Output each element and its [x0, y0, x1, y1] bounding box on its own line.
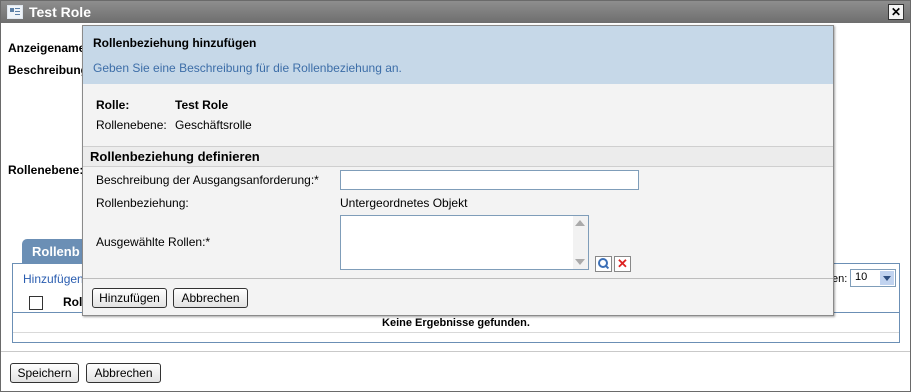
role-value: Test Role [175, 98, 229, 112]
role-label: Rolle: [96, 98, 130, 112]
role-level-value: Geschäftsrolle [175, 118, 252, 132]
request-description-input[interactable] [340, 170, 639, 190]
role-window: Test Role ✕ Anzeigename Beschreibung Rol… [0, 0, 911, 392]
no-results-text: Keine Ergebnisse gefunden. [382, 317, 530, 329]
close-icon[interactable]: ✕ [888, 4, 904, 20]
role-icon [7, 5, 23, 19]
scroll-up-icon[interactable] [575, 220, 585, 226]
dialog-cancel-button[interactable]: Abbrechen [173, 288, 248, 308]
description-label: Beschreibung [8, 63, 89, 77]
cancel-button[interactable]: Abbrechen [86, 363, 161, 383]
window-title: Test Role [29, 4, 91, 20]
tab-label: Rollenb [32, 244, 80, 259]
selected-roles-label: Ausgewählte Rollen:* [96, 235, 211, 249]
define-relationship-section: Rollenbeziehung definieren [83, 146, 833, 167]
request-description-label: Beschreibung der Ausgangsanforderung:* [96, 173, 319, 187]
search-icon[interactable] [595, 256, 612, 272]
relationship-value: Untergeordnetes Objekt [340, 196, 468, 210]
scroll-down-icon[interactable] [575, 259, 585, 265]
role-level-label: Rollenebene: [8, 163, 84, 177]
add-relationship-link[interactable]: Hinzufügen [23, 272, 84, 286]
window-titlebar: Test Role ✕ [1, 1, 910, 23]
page-size-label: en: [832, 273, 848, 285]
selected-roles-scrollbar[interactable] [573, 216, 588, 269]
page-size-value: 10 [855, 271, 868, 283]
selected-roles-list[interactable] [340, 215, 589, 270]
dialog-role-level-label: Rollenebene: [96, 118, 167, 132]
dialog-footer-divider [83, 278, 833, 279]
page-size-select[interactable]: 10 [850, 269, 896, 287]
select-all-checkbox[interactable] [29, 296, 43, 310]
footer-divider [1, 351, 910, 352]
row-divider [13, 332, 899, 333]
clear-icon[interactable]: ✕ [614, 256, 631, 272]
dialog-header: Rollenbeziehung hinzufügen Geben Sie ein… [83, 26, 833, 84]
add-relationship-dialog: Rollenbeziehung hinzufügen Geben Sie ein… [82, 25, 834, 316]
chevron-down-icon[interactable] [880, 271, 894, 285]
section-title: Rollenbeziehung definieren [90, 149, 260, 164]
dialog-title: Rollenbeziehung hinzufügen [93, 36, 257, 50]
save-button[interactable]: Speichern [10, 363, 79, 383]
dialog-add-button[interactable]: Hinzufügen [92, 288, 167, 308]
display-name-label: Anzeigename [8, 41, 86, 55]
column-header-role[interactable]: Rol [63, 295, 82, 309]
relationship-label: Rollenbeziehung: [96, 196, 189, 210]
dialog-subtitle: Geben Sie eine Beschreibung für die Roll… [93, 61, 402, 75]
